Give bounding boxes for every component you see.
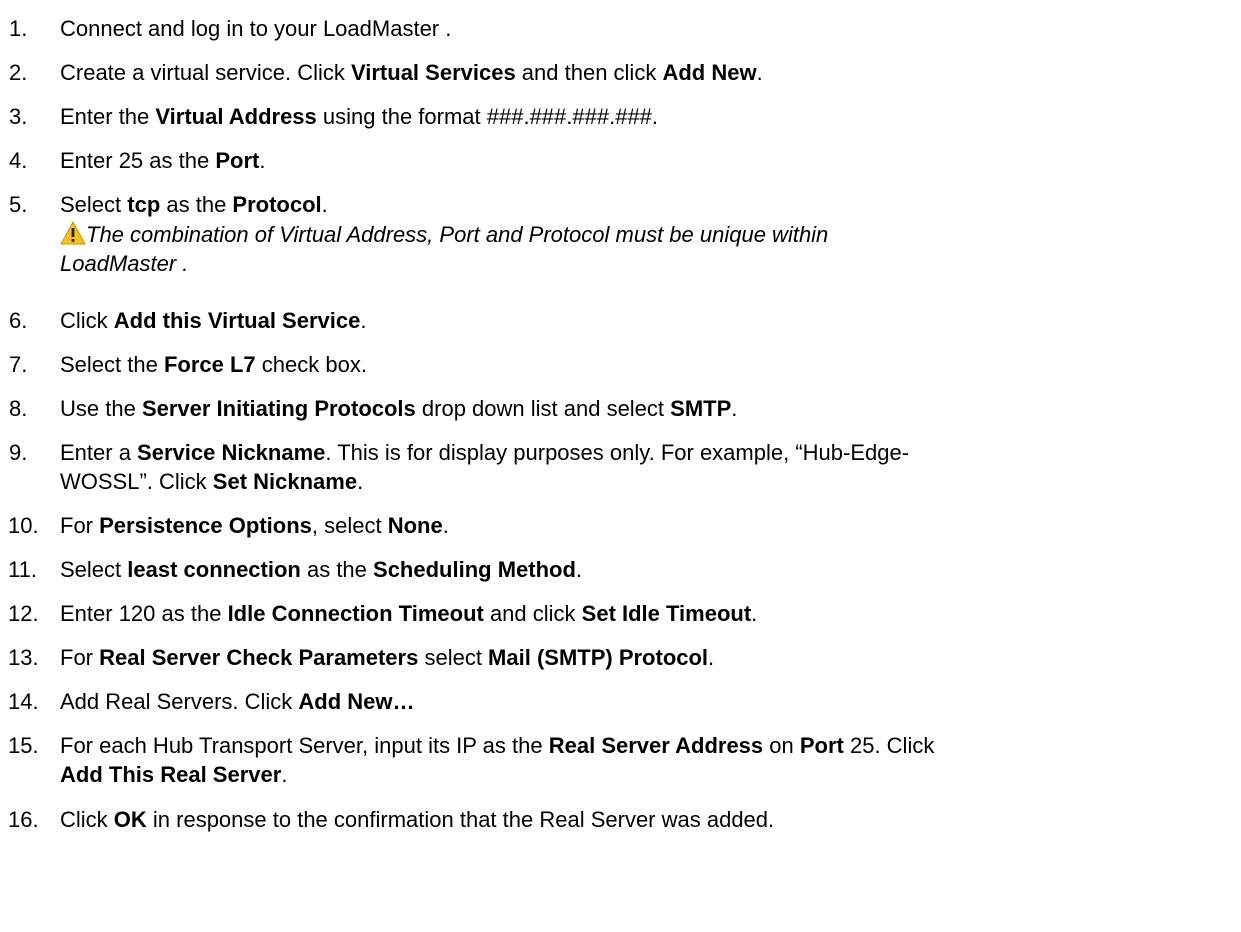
step-text: Click OK in response to the confirmation… (60, 807, 775, 832)
step-text: Click Add this Virtual Service. (60, 308, 367, 333)
step-number: 6. (9, 308, 28, 333)
step-text: Enter a Service Nickname. This is for di… (60, 440, 910, 494)
note-line-2: LoadMaster . (60, 251, 189, 276)
step-text: Create a virtual service. Click Virtual … (60, 60, 763, 85)
step-text: Select the Force L7 check box. (60, 352, 367, 377)
step-15: 15. For each Hub Transport Server, input… (0, 731, 1232, 789)
warning-icon (60, 220, 86, 245)
step-number: 11. (8, 557, 37, 582)
step-text: For Real Server Check Parameters select … (60, 645, 715, 670)
step-number: 3. (9, 104, 28, 129)
step-text: Select least connection as the Schedulin… (60, 557, 583, 582)
step-text: Connect and log in to your LoadMaster . (60, 16, 452, 41)
step-text: Enter 25 as the Port. (60, 148, 266, 173)
step-number: 13. (8, 645, 39, 670)
step-number: 14. (8, 689, 39, 714)
step-number: 10. (8, 513, 39, 538)
step-text: Use the Server Initiating Protocols drop… (60, 396, 738, 421)
step-text: Add Real Servers. Click Add New… (60, 689, 415, 714)
step-number: 2. (9, 60, 28, 85)
document-page: 1. Connect and log in to your LoadMaster… (0, 0, 1241, 932)
step-text: Enter the Virtual Address using the form… (60, 104, 659, 129)
step-number: 4. (9, 148, 28, 173)
step-text: Enter 120 as the Idle Connection Timeout… (60, 601, 758, 626)
step-text: For Persistence Options, select None. (60, 513, 449, 538)
step-number: 12. (8, 601, 39, 626)
step-number: 15. (8, 733, 39, 758)
step-number: 16. (8, 807, 39, 832)
step-number: 9. (9, 440, 28, 465)
step-number: 1. (9, 16, 28, 41)
step-number: 5. (9, 192, 28, 217)
note-line-1: The combination of Virtual Address, Port… (86, 222, 829, 247)
step-9: 9. Enter a Service Nickname. This is for… (0, 438, 1232, 496)
step-number: 7. (9, 352, 28, 377)
step-text: Select tcp as the Protocol. (60, 192, 328, 217)
warning-note: The combination of Virtual Address, Port… (60, 220, 1160, 278)
step-number: 8. (9, 396, 28, 421)
step-text: For each Hub Transport Server, input its… (60, 733, 935, 787)
